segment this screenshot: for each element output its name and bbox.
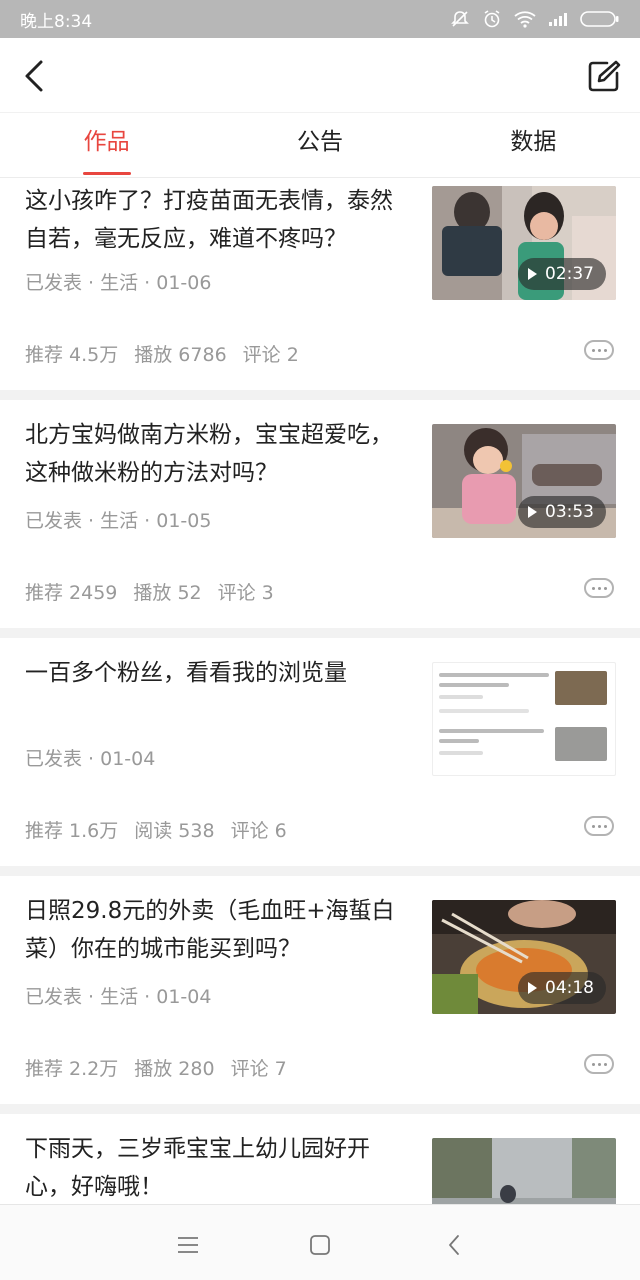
video-thumbnail[interactable]: 03:53 xyxy=(432,424,616,538)
stat-plays: 播放 280 xyxy=(134,1058,215,1080)
signal-icon xyxy=(549,13,567,26)
duration-text: 04:18 xyxy=(545,978,594,998)
more-icon xyxy=(591,348,595,352)
item-meta: 已发表 · 生活 · 01-04 xyxy=(25,986,212,1008)
list-item[interactable]: 下雨天，三岁乖宝宝上幼儿园好开心，好嗨哦！ xyxy=(0,1114,640,1204)
more-button[interactable] xyxy=(584,816,614,836)
more-button[interactable] xyxy=(584,578,614,598)
menu-icon xyxy=(178,1237,198,1253)
item-stats: 推荐 4.5万 播放 6786 评论 2 xyxy=(25,340,315,367)
screenshot-thumbnail[interactable] xyxy=(432,662,616,776)
back-button[interactable] xyxy=(14,56,54,96)
item-meta: 已发表 · 生活 · 01-05 xyxy=(25,510,212,532)
stat-recommend: 推荐 2459 xyxy=(25,582,118,604)
battery-icon xyxy=(580,11,619,27)
stat-reads: 阅读 538 xyxy=(134,820,215,842)
tab-announcements[interactable]: 公告 xyxy=(213,113,426,177)
stat-recommend: 推荐 2.2万 xyxy=(25,1058,119,1080)
stat-recommend: 推荐 1.6万 xyxy=(25,820,119,842)
stat-recommend: 推荐 4.5万 xyxy=(25,344,119,366)
edit-button[interactable] xyxy=(582,56,626,96)
mini-row xyxy=(439,667,611,715)
video-thumbnail[interactable] xyxy=(432,1138,616,1204)
item-stats: 推荐 2.2万 播放 280 评论 7 xyxy=(25,1054,303,1081)
home-button[interactable] xyxy=(300,1227,340,1263)
nav-bar xyxy=(0,38,640,112)
duration-text: 02:37 xyxy=(545,264,594,284)
status-icons xyxy=(450,9,620,29)
item-stats: 推荐 2459 播放 52 评论 3 xyxy=(25,578,290,605)
tab-works[interactable]: 作品 xyxy=(0,113,213,177)
list-item[interactable]: 日照29.8元的外卖（毛血旺+海蜇白菜）你在的城市能买到吗？ 04:18 已发表… xyxy=(0,876,640,1104)
stat-comments: 评论 3 xyxy=(217,582,274,604)
wifi-icon xyxy=(514,11,536,28)
item-title: 北方宝妈做南方米粉，宝宝超爱吃，这种做米粉的方法对吗？ xyxy=(25,422,393,486)
mini-row xyxy=(439,723,611,771)
tab-data[interactable]: 数据 xyxy=(427,113,640,177)
item-title: 一百多个粉丝，看看我的浏览量 xyxy=(25,660,347,686)
back-arrow-icon xyxy=(25,60,43,92)
list-item[interactable]: 一百多个粉丝，看看我的浏览量 已发表 · 01-04 推荐 1.6万 阅读 538… xyxy=(0,638,640,866)
mute-icon xyxy=(451,11,469,27)
more-icon xyxy=(591,586,595,590)
stat-comments: 评论 7 xyxy=(230,1058,287,1080)
stat-comments: 评论 6 xyxy=(230,820,287,842)
item-meta: 已发表 · 生活 · 01-06 xyxy=(25,272,212,294)
stat-plays: 播放 6786 xyxy=(134,344,227,366)
play-icon xyxy=(528,982,537,994)
system-navigation-bar xyxy=(0,1204,640,1280)
back-chevron-icon xyxy=(449,1235,459,1255)
item-stats: 推荐 1.6万 阅读 538 评论 6 xyxy=(25,816,303,843)
list-item[interactable]: 北方宝妈做南方米粉，宝宝超爱吃，这种做米粉的方法对吗？ 03:53 已发表 · … xyxy=(0,400,640,628)
item-title: 下雨天，三岁乖宝宝上幼儿园好开心，好嗨哦！ xyxy=(25,1136,370,1200)
stat-comments: 评论 2 xyxy=(242,344,299,366)
item-title: 日照29.8元的外卖（毛血旺+海蜇白菜）你在的城市能买到吗？ xyxy=(25,898,395,962)
duration-text: 03:53 xyxy=(545,502,594,522)
status-time: 晚上8:34 xyxy=(20,11,93,32)
thumbnail-image xyxy=(432,1138,616,1204)
home-square-icon xyxy=(310,1235,330,1255)
duration-badge: 02:37 xyxy=(518,258,606,290)
item-title: 这小孩咋了？打疫苗面无表情，泰然自若，毫无反应，难道不疼吗？ xyxy=(25,188,393,252)
stat-plays: 播放 52 xyxy=(133,582,202,604)
works-list: 这小孩咋了？打疫苗面无表情，泰然自若，毫无反应，难道不疼吗？ 02:37 已发表… xyxy=(0,178,640,1204)
more-icon xyxy=(591,824,595,828)
play-icon xyxy=(528,268,537,280)
duration-badge: 04:18 xyxy=(518,972,606,1004)
list-item[interactable]: 这小孩咋了？打疫苗面无表情，泰然自若，毫无反应，难道不疼吗？ 02:37 已发表… xyxy=(0,178,640,390)
video-thumbnail[interactable]: 02:37 xyxy=(432,186,616,300)
item-meta: 已发表 · 01-04 xyxy=(25,748,156,770)
menu-button[interactable] xyxy=(168,1227,208,1263)
edit-icon xyxy=(588,60,621,92)
system-back-button[interactable] xyxy=(434,1227,474,1263)
alarm-icon xyxy=(484,10,500,28)
play-icon xyxy=(528,506,537,518)
tab-bar: 作品 公告 数据 xyxy=(0,112,640,178)
more-button[interactable] xyxy=(584,1054,614,1074)
status-bar: 晚上8:34 xyxy=(0,0,640,38)
more-button[interactable] xyxy=(584,340,614,360)
video-thumbnail[interactable]: 04:18 xyxy=(432,900,616,1014)
duration-badge: 03:53 xyxy=(518,496,606,528)
more-icon xyxy=(591,1062,595,1066)
